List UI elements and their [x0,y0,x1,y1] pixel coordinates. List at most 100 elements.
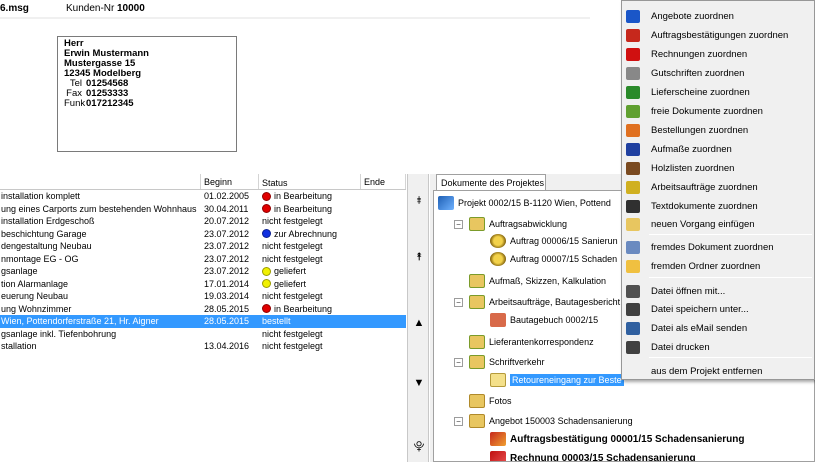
project-name-cell: ung Wohnzimmer [1,303,72,314]
menu-item-label: fremden Ordner zuordnen [651,261,761,272]
tree-node-schriftverkehr[interactable]: Schriftverkehr [469,354,545,370]
tree-node-auftragsabwicklung[interactable]: Auftragsabwicklung [469,216,567,232]
scroll-up-button[interactable]: ▲ [412,316,426,330]
menu-item-open-file[interactable]: Datei öffnen mit... [622,282,814,301]
table-row[interactable]: nmontage EG - OG 23.07.2012 nicht festgele… [0,253,406,266]
table-row[interactable]: ung Wohnzimmer 28.05.2015 in Bearbeitung [0,303,406,316]
menu-item-free-document[interactable]: freie Dokumente zuordnen [622,102,814,121]
tree-node-auftragsbestaetigung[interactable]: Auftragsbestätigung 00001/15 Schadensani… [490,431,745,447]
table-row[interactable]: tion Alarmanlage 17.01.2014 geliefert [0,278,406,291]
table-row[interactable]: gsanlage 23.07.2012 geliefert [0,265,406,278]
collapse-toggle[interactable]: − [454,358,463,367]
menu-item-text-document[interactable]: Textdokumente zuordnen [622,197,814,216]
column-header-status[interactable]: Status [259,174,361,189]
table-row[interactable]: euerung Neubau 19.03.2014 nicht festgelegt [0,290,406,303]
status-text: nicht festgelegt [262,253,323,264]
menu-item-remove-from-project[interactable]: aus dem Projekt entfernen [622,362,814,381]
menu-item-print[interactable]: Datei drucken [622,338,814,357]
end-date-cell [361,278,406,291]
menu-item-external-document[interactable]: fremdes Dokument zuordnen [622,238,814,257]
tree-node-lieferantenkorrespondenz[interactable]: Lieferantenkorrespondenz [469,334,594,350]
table-row[interactable]: dengestaltung Neubau 23.07.2012 nicht fest… [0,240,406,253]
file-name: 6.msg [0,3,29,14]
folder-icon [469,295,485,309]
status-text: nicht festgelegt [262,291,323,301]
begin-date-cell: 28.05.2015 [204,316,250,326]
menu-item-label: freie Dokumente zuordnen [651,106,763,117]
menu-item-label: Lieferscheine zuordnen [651,87,750,98]
tree-node-bautagebuch[interactable]: Bautagebuch 0002/15 [490,312,598,328]
end-date-cell [361,340,406,353]
tree-node-auftrag-00006[interactable]: Auftrag 00006/15 Sanierun [490,233,618,249]
tree-node-auftrag-00007[interactable]: Auftrag 00007/15 Schaden [490,251,617,267]
tree-node-arbeitsauftraege[interactable]: Arbeitsaufträge, Bautagesbericht [469,294,620,310]
tree-node-project[interactable]: Projekt 0002/15 B-1120 Wien, Pottend [438,195,611,211]
menu-item-work-order[interactable]: Arbeitsaufträge zuordnen [622,178,814,197]
project-name-cell: installation komplett [1,191,81,201]
column-header-name[interactable] [0,174,201,189]
begin-date-cell: 01.02.2005 [204,191,250,201]
tree-node-fotos[interactable]: Fotos [469,393,512,409]
tree-node-retoureneingang[interactable]: Retoureneingang zur Beste [490,372,624,388]
table-row[interactable]: stallation 13.04.2016 nicht festgelegt [0,340,406,353]
folder-icon [469,274,485,288]
end-date-cell [361,203,406,216]
menu-item-send-mail[interactable]: Datei als eMail senden [622,319,814,338]
scroll-down-button[interactable]: ▼ [412,376,426,390]
table-row[interactable]: ung eines Carports zum bestehenden Wohnh… [0,203,406,216]
menu-item-save-file[interactable]: Datei speichern unter... [622,300,814,319]
table-row[interactable]: installation komplett 01.02.2005 in Bearbe… [0,190,406,203]
collapse-toggle[interactable]: − [454,298,463,307]
offer-icon [626,10,640,23]
begin-date-cell: 23.07.2012 [204,241,250,251]
folder-icon [469,217,485,231]
folder-icon [469,355,485,369]
status-dot-icon [262,266,271,276]
tree-node-angebot[interactable]: Angebot 150003 Schadensanierung [469,413,633,429]
menu-item-order[interactable]: Bestellungen zuordnen [622,121,814,140]
scroll-top-button[interactable]: ⯒ [412,194,426,208]
menu-item-label: Angebote zuordnen [651,11,734,22]
new-process-icon [626,218,640,231]
scroll-page-up-button[interactable]: ⯭ [412,250,426,264]
status-text: geliefert [274,278,307,289]
menu-item-external-folder[interactable]: fremden Ordner zuordnen [622,257,814,276]
status-cell: nicht festgelegt [259,340,361,353]
table-row[interactable]: gsanlage inkl. Tiefenbohrung nicht festge… [0,328,406,341]
menu-item-measure[interactable]: Aufmaße zuordnen [622,140,814,159]
table-row[interactable]: installation Erdgeschoß 20.07.2012 nicht f… [0,215,406,228]
status-text: in Bearbeitung [274,203,333,214]
table-row[interactable]: beschichtung Garage 23.07.2012 zur Abrechn… [0,228,406,241]
menu-item-credit[interactable]: Gutschriften zuordnen [622,64,814,83]
column-header-end[interactable]: Ende [361,174,406,189]
save-file-icon [626,303,640,316]
end-date-cell [361,228,406,241]
menu-item-delivery[interactable]: Lieferscheine zuordnen [622,83,814,102]
project-name-cell: beschichtung Garage [1,228,87,239]
folder-icon [469,335,485,349]
funk-label: Funk [64,98,86,109]
menu-item-wood[interactable]: Holzlisten zuordnen [622,159,814,178]
tree-node-rechnung[interactable]: Rechnung 00003/15 Schadensanierung [490,450,696,461]
menu-item-new-process[interactable]: neuen Vorgang einfügen [622,215,814,234]
status-cell: nicht festgelegt [259,215,361,228]
menu-item-invoice[interactable]: Rechnungen zuordnen [622,45,814,64]
collapse-toggle[interactable]: − [454,220,463,229]
project-name-cell: Wien, Pottendorferstraße 21, Hr. Aigner [1,316,159,326]
table-row[interactable]: Wien, Pottendorferstraße 21, Hr. Aigner 2… [0,315,406,328]
scroll-bottom-button[interactable]: ⯓ [412,440,426,454]
tree-node-aufmass[interactable]: Aufmaß, Skizzen, Kalkulation [469,273,606,289]
column-header-begin[interactable]: Beginn [201,174,259,189]
menu-item-label: Arbeitsaufträge zuordnen [651,182,758,193]
menu-item-confirmation[interactable]: Auftragsbestätigungen zuordnen [622,26,814,45]
tab-project-documents[interactable]: Dokumente des Projektes [436,174,546,191]
collapse-toggle[interactable]: − [454,417,463,426]
folder-icon [469,414,485,428]
project-name-cell: stallation [1,341,37,351]
status-text: nicht festgelegt [262,241,323,251]
external-folder-icon [626,260,640,273]
menu-item-offer[interactable]: Angebote zuordnen [622,7,814,26]
wood-icon [626,162,640,175]
status-dot-icon [262,204,271,214]
end-date-cell [361,315,406,328]
